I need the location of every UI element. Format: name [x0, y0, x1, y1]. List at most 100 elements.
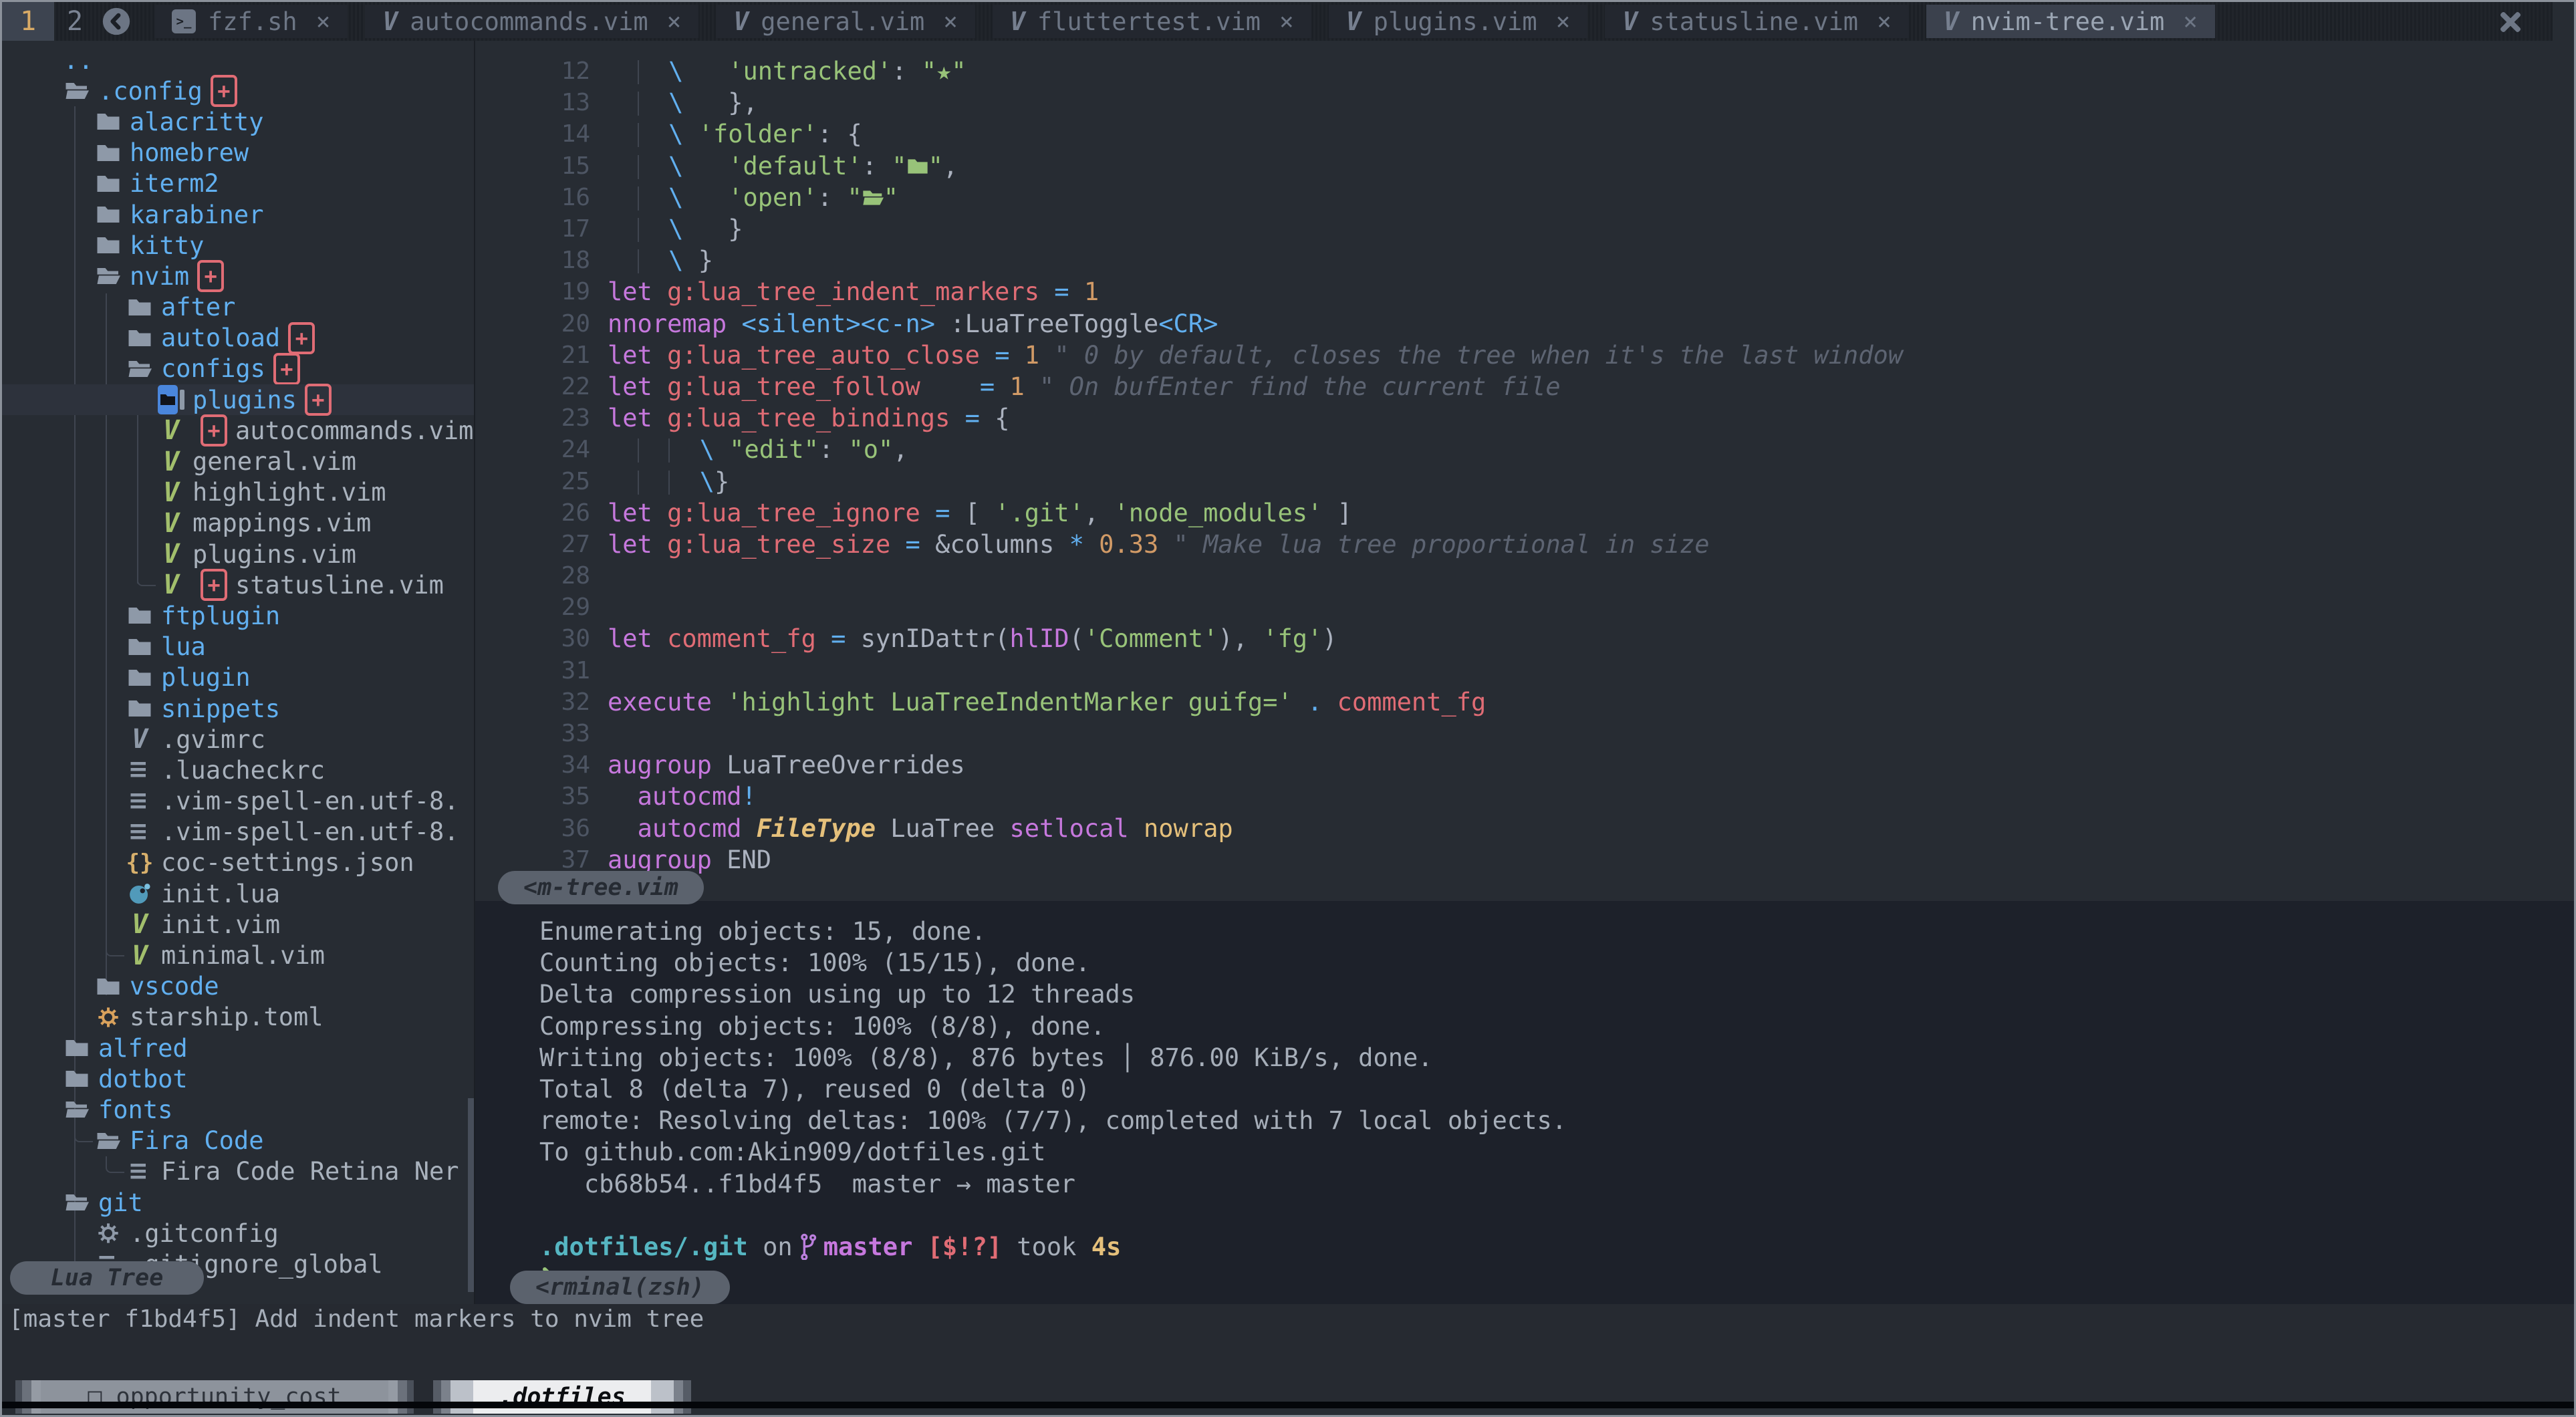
- tree-item-plugins[interactable]: plugins+: [2, 384, 474, 415]
- tab-close-icon[interactable]: ×: [316, 8, 331, 35]
- tab-number-2[interactable]: 2: [54, 2, 96, 41]
- tree-item-iterm2[interactable]: iterm2: [2, 168, 474, 199]
- tab-nvim-tree.vim[interactable]: Vnvim-tree.vim×: [1926, 5, 2215, 38]
- folder-open-icon: [95, 266, 122, 286]
- tab-statusline.vim[interactable]: Vstatusline.vim×: [1605, 5, 1908, 38]
- tree-item-git[interactable]: git: [2, 1187, 474, 1218]
- tab-number-1[interactable]: 1: [2, 2, 54, 41]
- token: let: [608, 624, 652, 653]
- tree-item-label: statusline.vim: [235, 571, 444, 600]
- tree-item-Fira Code[interactable]: Fira Code: [2, 1126, 474, 1156]
- tree-item-Fira Code Retina Ner[interactable]: Fira Code Retina Ner: [2, 1156, 474, 1187]
- tree-item-.vim-spell-en.utf-8.[interactable]: .vim-spell-en.utf-8.: [2, 786, 474, 817]
- token: ": [884, 183, 898, 212]
- tree-item-plugins.vim[interactable]: Vplugins.vim: [2, 539, 474, 569]
- line-number: 16: [475, 184, 608, 211]
- token: " Make lua tree proportional in size: [1174, 530, 1710, 559]
- tree-item-statusline.vim[interactable]: V+statusline.vim: [2, 569, 474, 600]
- token: 'open': [728, 183, 817, 212]
- terminal-pane[interactable]: Enumerating objects: 15, done.Counting o…: [474, 901, 2574, 1304]
- tree-item-kitty[interactable]: kitty: [2, 230, 474, 261]
- tab-close-icon[interactable]: ×: [1877, 8, 1892, 35]
- tree-item-..[interactable]: ..: [2, 45, 474, 76]
- tree-item-alacritty[interactable]: alacritty: [2, 106, 474, 137]
- folder-icon: [126, 297, 153, 317]
- token: [935, 309, 950, 338]
- tree-item-.luacheckrc[interactable]: .luacheckrc: [2, 755, 474, 785]
- tree-item-general.vim[interactable]: Vgeneral.vim: [2, 446, 474, 477]
- tree-item-label: ftplugin: [161, 602, 280, 630]
- line-number: 36: [475, 815, 608, 842]
- tree-item-karabiner[interactable]: karabiner: [2, 199, 474, 230]
- tree-item-ftplugin[interactable]: ftplugin: [2, 600, 474, 631]
- code-line: 15 \ 'default': "",: [475, 150, 2574, 182]
- token: [1158, 530, 1173, 559]
- editor-pane[interactable]: 12 \ 'untracked': "★"13 \ },14 \ 'folder…: [474, 41, 2574, 901]
- tab-fzf.sh[interactable]: >_fzf.sh×: [154, 5, 348, 38]
- tab-label: nvim-tree.vim: [1971, 7, 2165, 36]
- tree-item-autocommands.vim[interactable]: V+autocommands.vim: [2, 415, 474, 446]
- token: :: [862, 152, 892, 180]
- token: [1039, 341, 1054, 370]
- tree-item-plugin[interactable]: plugin: [2, 662, 474, 693]
- tree-item-after[interactable]: after: [2, 292, 474, 323]
- tree-item-.config[interactable]: .config+: [2, 76, 474, 106]
- tab-general.vim[interactable]: Vgeneral.vim×: [716, 5, 975, 38]
- token: [912, 1233, 927, 1261]
- code-line: 13 \ },: [475, 87, 2574, 118]
- tab-label: statusline.vim: [1650, 7, 1858, 36]
- vim-icon: V: [126, 726, 153, 753]
- tree-item-dotbot[interactable]: dotbot: [2, 1063, 474, 1094]
- tree-item-alfred[interactable]: alfred: [2, 1033, 474, 1063]
- tab-plugins.vim[interactable]: Vplugins.vim×: [1329, 5, 1588, 38]
- code-line: 30let comment_fg = synIDattr(hlID('Comme…: [475, 623, 2574, 654]
- tree-item-autoload[interactable]: autoload+: [2, 323, 474, 354]
- code-text: \ }: [608, 215, 743, 243]
- tree-item-minimal.vim[interactable]: Vminimal.vim: [2, 940, 474, 971]
- code-text: \ 'open': "": [608, 183, 898, 212]
- tmux-window-opportunity-cost[interactable]: □ opportunity_cost: [15, 1380, 414, 1414]
- tree-item-starship.toml[interactable]: starship.toml: [2, 1002, 474, 1033]
- tree-item-fonts[interactable]: fonts: [2, 1094, 474, 1125]
- line-number: 21: [475, 342, 608, 369]
- code-line: 27let g:lua_tree_size = &columns * 0.33 …: [475, 529, 2574, 560]
- circle-arrow-left-icon[interactable]: [101, 6, 132, 37]
- tree-item-label: iterm2: [130, 169, 219, 198]
- tree-item-init.lua[interactable]: init.lua: [2, 878, 474, 909]
- tree-item-nvim[interactable]: nvim+: [2, 261, 474, 291]
- tree-item-snippets[interactable]: snippets: [2, 693, 474, 724]
- tab-close-icon[interactable]: ×: [1279, 8, 1294, 35]
- tree-item-configs[interactable]: configs+: [2, 354, 474, 384]
- tree-item-init.vim[interactable]: Vinit.vim: [2, 909, 474, 940]
- tab-fluttertest.vim[interactable]: Vfluttertest.vim×: [993, 5, 1311, 38]
- tree-item-mappings.vim[interactable]: Vmappings.vim: [2, 508, 474, 539]
- token: [670, 435, 700, 464]
- tree-item-.vim-spell-en.utf-8.[interactable]: .vim-spell-en.utf-8.: [2, 817, 474, 848]
- token: ": [951, 57, 966, 86]
- tree-item-vscode[interactable]: vscode: [2, 971, 474, 1002]
- code-line: 23let g:lua_tree_bindings = {: [475, 402, 2574, 434]
- token: [920, 530, 935, 559]
- tab-close-icon[interactable]: ×: [667, 8, 682, 35]
- tree-guide-corner: [106, 1156, 124, 1173]
- tmux-window-dotfiles[interactable]: .dotfiles: [433, 1380, 691, 1414]
- tree-item-highlight.vim[interactable]: Vhighlight.vim: [2, 477, 474, 508]
- tab-autocommands.vim[interactable]: Vautocommands.vim×: [365, 5, 698, 38]
- tab-close-icon[interactable]: ×: [2183, 8, 2198, 35]
- close-icon[interactable]: [2499, 10, 2522, 33]
- terminal-icon: >_: [172, 9, 196, 33]
- vim-icon: V: [1010, 9, 1025, 34]
- line-number: 28: [475, 562, 608, 590]
- tab-close-icon[interactable]: ×: [1556, 8, 1571, 35]
- tree-item-homebrew[interactable]: homebrew: [2, 138, 474, 168]
- tree-item-lua[interactable]: lua: [2, 632, 474, 662]
- token: [$!?]: [928, 1233, 1002, 1261]
- tab-label: autocommands.vim: [410, 7, 648, 36]
- line-number: 18: [475, 247, 608, 274]
- tree-item-.gitconfig[interactable]: .gitconfig: [2, 1218, 474, 1249]
- token: .: [1307, 688, 1322, 717]
- tree-scrollbar[interactable]: [468, 1098, 474, 1292]
- tree-item-.gvimrc[interactable]: V.gvimrc: [2, 724, 474, 755]
- tree-item-coc-settings.json[interactable]: {}coc-settings.json: [2, 848, 474, 878]
- tab-close-icon[interactable]: ×: [943, 8, 958, 35]
